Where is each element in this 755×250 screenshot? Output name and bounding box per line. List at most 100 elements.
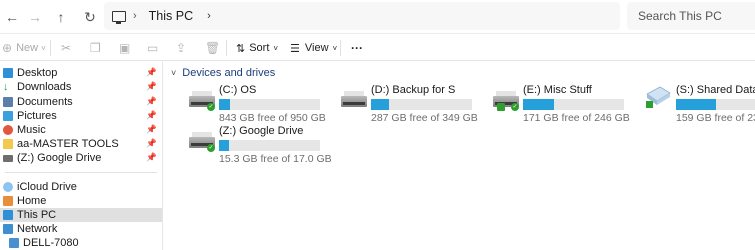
nav-item-google-drive[interactable]: (Z:) Google Drive 📌 [0, 151, 162, 165]
copy-icon: ❐ [90, 41, 101, 55]
drive-name: (E:) Misc Stuff [523, 84, 592, 96]
rename-button[interactable]: ▭ [147, 40, 158, 56]
drive-icon [3, 154, 13, 162]
paste-button[interactable]: ▣ [119, 40, 130, 56]
computer-icon [9, 238, 19, 248]
pin-icon[interactable]: 📌 [146, 110, 157, 121]
new-label: New [16, 42, 39, 54]
download-icon: ↓ [3, 81, 9, 93]
share-icon: ⇪ [176, 41, 187, 55]
breadcrumb-this-pc[interactable]: This PC [149, 9, 193, 23]
divider [340, 40, 341, 56]
delete-button[interactable]: 🗑 [205, 40, 220, 56]
nav-label: Home [17, 195, 47, 207]
nav-label: iCloud Drive [17, 181, 77, 193]
copy-button[interactable]: ❐ [90, 40, 101, 56]
nav-label: Desktop [17, 67, 58, 79]
section-title: Devices and drives [182, 67, 276, 79]
pin-icon[interactable]: 📌 [146, 67, 157, 78]
chevron-down-icon: ˅ [41, 43, 46, 53]
free-space-text: 287 GB free of 349 GB [371, 112, 478, 124]
sort-label: Sort [249, 42, 270, 54]
free-space-text: 15.3 GB free of 17.0 GB [219, 153, 332, 165]
nav-item-icloud-drive[interactable]: iCloud Drive [0, 180, 162, 194]
nav-item-home[interactable]: Home [0, 194, 162, 208]
sync-check-icon: ✓ [207, 103, 215, 111]
capacity-fill [676, 99, 716, 110]
search-input[interactable]: Search This PC [627, 2, 755, 30]
drive-tile-e[interactable]: ✓ (E:) Misc Stuff 171 GB free of 246 GB [493, 84, 643, 124]
nav-item-master-tools[interactable]: aa-MASTER TOOLS 📌 [0, 137, 162, 151]
address-bar[interactable]: › This PC › [104, 2, 620, 30]
view-button[interactable]: ☰ View ˅ [290, 40, 337, 56]
capacity-bar [371, 99, 472, 110]
capacity-bar [219, 140, 320, 151]
share-button[interactable]: ⇪ [176, 40, 186, 56]
capacity-fill [523, 99, 554, 110]
view-list-icon: ☰ [290, 42, 300, 55]
drive-tile-z[interactable]: ✓ (Z:) Google Drive 15.3 GB free of 17.0… [189, 125, 339, 165]
nav-label: DELL-7080 [23, 237, 79, 249]
drive-name: (C:) OS [219, 84, 257, 96]
nav-item-music[interactable]: Music 📌 [0, 123, 162, 137]
more-options-button[interactable]: ··· [351, 40, 363, 56]
navigation-pane: Desktop 📌 ↓ Downloads 📌 Documents 📌 Pict… [0, 62, 163, 250]
free-space-text: 159 GB free of 232 [676, 112, 755, 124]
chevron-right-icon[interactable]: › [207, 10, 211, 22]
capacity-bar [676, 99, 755, 110]
refresh-icon[interactable]: ↻ [80, 7, 100, 27]
nav-item-pictures[interactable]: Pictures 📌 [0, 109, 162, 123]
nav-item-this-pc[interactable]: This PC [0, 208, 162, 222]
capacity-bar [523, 99, 624, 110]
capacity-fill [219, 140, 229, 151]
clipboard-icon: ▣ [119, 41, 131, 55]
command-bar: ⊕ New ˅ ✂ ❐ ▣ ▭ ⇪ 🗑 ⇅ Sort ˅ ☰ View ˅ ··… [0, 33, 755, 61]
drive-tile-d[interactable]: (D:) Backup for S 287 GB free of 349 GB [341, 84, 491, 124]
capacity-fill [219, 99, 230, 110]
pin-icon[interactable]: 📌 [146, 81, 157, 92]
nav-label: Network [17, 223, 58, 235]
nav-label: Downloads [17, 81, 72, 93]
nav-item-dell-7080[interactable]: DELL-7080 [0, 236, 162, 250]
nav-item-documents[interactable]: Documents 📌 [0, 95, 162, 109]
pc-icon [3, 210, 13, 220]
address-row: ← → ↑ ↻ › This PC › Search This PC [0, 0, 755, 33]
drive-tile-s[interactable]: (S:) Shared Data 159 GB free of 232 [644, 84, 755, 124]
section-header-devices[interactable]: ˅ Devices and drives [171, 67, 275, 79]
drive-name: (S:) Shared Data [676, 84, 755, 96]
chevron-right-icon[interactable]: › [133, 10, 137, 22]
nav-item-desktop[interactable]: Desktop 📌 [0, 66, 162, 80]
pin-icon[interactable]: 📌 [146, 152, 157, 163]
hard-drive-icon [341, 90, 367, 108]
nav-item-downloads[interactable]: ↓ Downloads 📌 [0, 80, 162, 94]
network-icon [3, 224, 13, 234]
capacity-bar [219, 99, 320, 110]
sync-check-icon: ✓ [511, 103, 519, 111]
drive-tile-c[interactable]: ✓ (C:) OS 843 GB free of 950 GB [189, 84, 339, 124]
new-button[interactable]: ⊕ New ˅ [2, 40, 46, 56]
cloud-icon [3, 182, 13, 192]
pictures-icon [3, 111, 13, 121]
pin-icon[interactable]: 📌 [146, 96, 157, 107]
nav-label: Music [17, 124, 46, 136]
back-arrow-icon[interactable]: ← [2, 7, 22, 27]
search-placeholder: Search This PC [638, 9, 722, 23]
nav-item-network[interactable]: Network [0, 222, 162, 236]
shared-drive-icon [646, 86, 671, 108]
free-space-text: 171 GB free of 246 GB [523, 112, 630, 124]
document-icon [3, 97, 13, 107]
forward-arrow-icon[interactable]: → [25, 7, 45, 27]
home-icon [3, 196, 13, 206]
nav-label: Pictures [17, 110, 57, 122]
sort-button[interactable]: ⇅ Sort ˅ [236, 40, 278, 56]
pc-icon [112, 10, 126, 24]
cut-button[interactable]: ✂ [61, 40, 71, 56]
rename-icon: ▭ [147, 41, 159, 55]
pin-icon[interactable]: 📌 [146, 124, 157, 135]
plus-circle-icon: ⊕ [2, 41, 13, 55]
up-arrow-icon[interactable]: ↑ [51, 7, 71, 27]
sort-arrows-icon: ⇅ [236, 42, 246, 55]
drive-name: (Z:) Google Drive [219, 125, 304, 137]
pin-icon[interactable]: 📌 [146, 138, 157, 149]
drive-name: (D:) Backup for S [371, 84, 456, 96]
